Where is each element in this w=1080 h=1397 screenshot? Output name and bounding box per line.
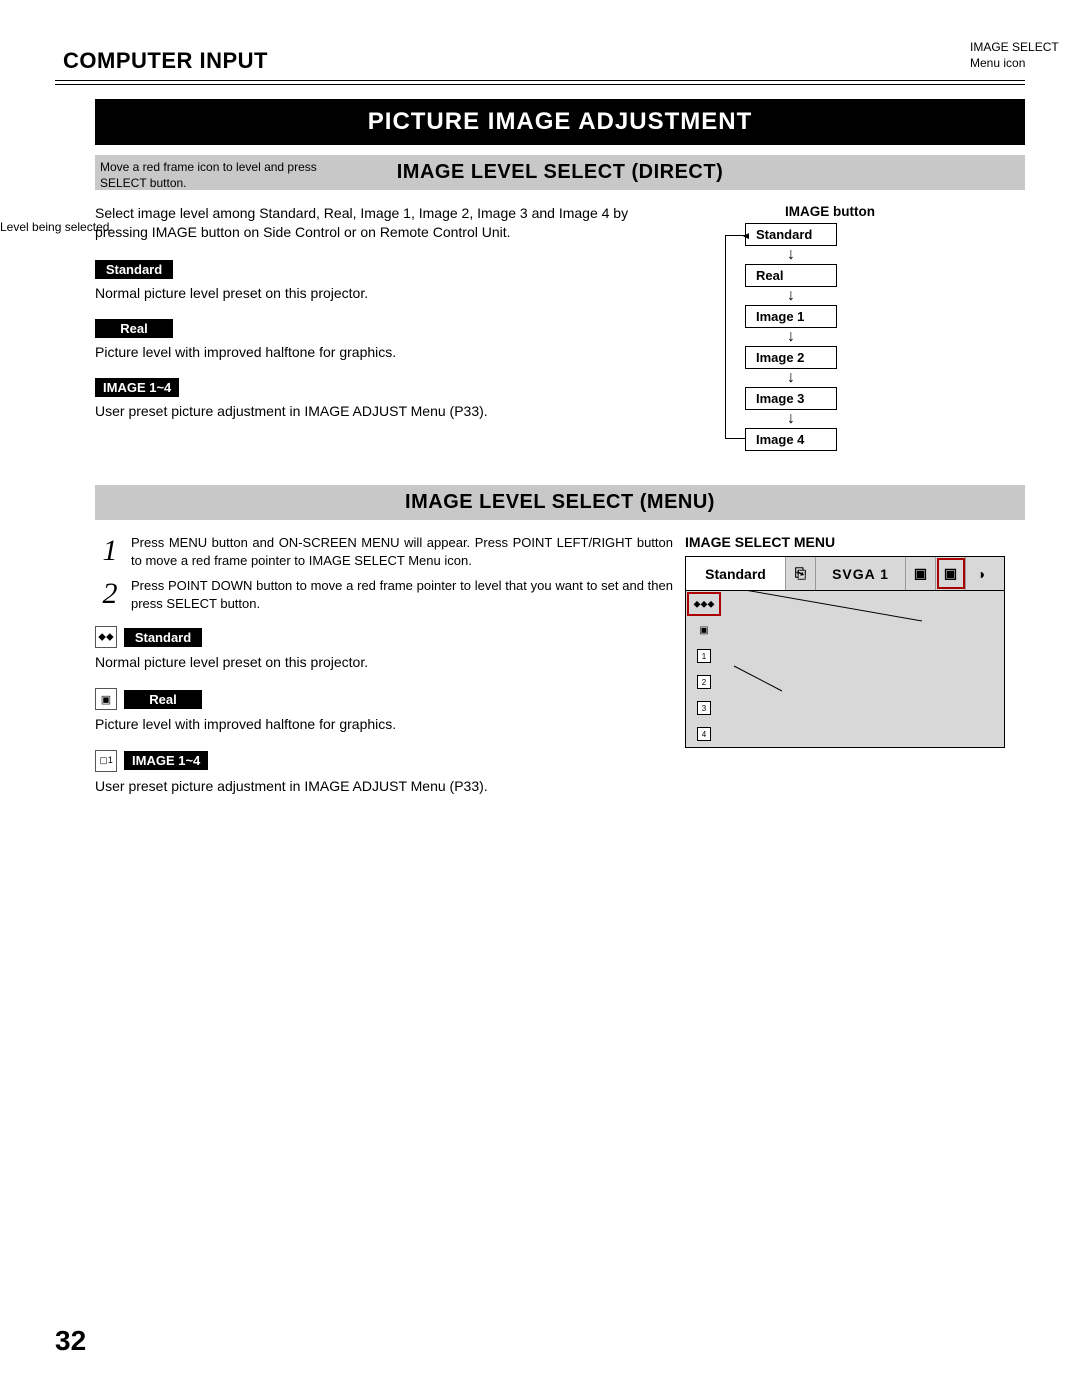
step-number: 1 xyxy=(95,536,125,566)
osd-menu: Standard ⎘ SVGA 1 ▣ ▣ ◑ ⬥⬥⬥ ▣ 1 2 3 4 xyxy=(685,556,1005,748)
callout-level: Level being selected. xyxy=(0,220,113,236)
direct-intro: Select image level among Standard, Real,… xyxy=(95,204,673,242)
flow-box: Image 2 xyxy=(745,346,837,369)
section-heading-menu: IMAGE LEVEL SELECT (MENU) xyxy=(95,485,1025,520)
arrow-down-icon: ↓ xyxy=(745,411,837,427)
osd-side-real: ▣ xyxy=(686,617,722,643)
osd-top-name: Standard xyxy=(686,557,786,590)
arrow-down-icon: ↓ xyxy=(745,288,837,304)
chip-standard: Standard xyxy=(95,260,173,279)
image-button-flow: IMAGE button ▸ Standard ↓ Real ↓ Image 1… xyxy=(745,204,1025,451)
flow-box: Image 4 xyxy=(745,428,837,451)
osd-side-image3: 3 xyxy=(686,695,722,721)
standard-icon: ⬥⬥ xyxy=(95,626,117,648)
flow-box: Standard xyxy=(745,223,837,246)
callout-icon-label: IMAGE SELECT Menu icon xyxy=(970,40,1080,71)
chip-image14-menu: IMAGE 1~4 xyxy=(124,751,208,770)
desc-real-menu: Picture level with improved halftone for… xyxy=(95,715,673,734)
chip-standard-menu: Standard xyxy=(124,628,202,647)
flow-box: Image 3 xyxy=(745,387,837,410)
osd-side-image4: 4 xyxy=(686,721,722,747)
step-number: 2 xyxy=(95,579,125,609)
chip-image14: IMAGE 1~4 xyxy=(95,378,179,397)
osd-side-image2: 2 xyxy=(686,669,722,695)
page-number: 32 xyxy=(55,1325,86,1357)
osd-icon: ▣ xyxy=(906,557,936,590)
osd-side-standard: ⬥⬥⬥ xyxy=(686,591,722,617)
step-row: 1 Press MENU button and ON-SCREEN MENU w… xyxy=(95,534,673,569)
image1-icon: ▢1 xyxy=(95,750,117,772)
chapter-heading: COMPUTER INPUT xyxy=(63,48,1025,74)
double-rule xyxy=(55,80,1025,85)
osd-title: IMAGE SELECT MENU xyxy=(685,534,1025,550)
desc-image14: User preset picture adjustment in IMAGE … xyxy=(95,402,673,421)
desc-real: Picture level with improved halftone for… xyxy=(95,343,673,362)
osd-side-image1: 1 xyxy=(686,643,722,669)
real-icon: ▣ xyxy=(95,688,117,710)
step-row: 2 Press POINT DOWN button to move a red … xyxy=(95,577,673,612)
arrow-down-icon: ↓ xyxy=(745,370,837,386)
arrow-down-icon: ↓ xyxy=(745,329,837,345)
osd-resolution: SVGA 1 xyxy=(816,557,906,590)
arrow-down-icon: ↓ xyxy=(745,247,837,263)
osd-icon: ◑ xyxy=(966,557,996,590)
chip-real-menu: Real xyxy=(124,690,202,709)
osd-image-select-icon: ▣ xyxy=(936,557,966,590)
flow-title: IMAGE button xyxy=(785,204,1025,219)
desc-standard-menu: Normal picture level preset on this proj… xyxy=(95,653,673,672)
page-title: PICTURE IMAGE ADJUSTMENT xyxy=(95,99,1025,145)
loop-arrow-icon: ▸ xyxy=(743,230,749,244)
step-text: Press MENU button and ON-SCREEN MENU wil… xyxy=(125,534,673,569)
desc-standard: Normal picture level preset on this proj… xyxy=(95,284,673,303)
callout-lines-icon xyxy=(722,591,1004,747)
desc-image14-menu: User preset picture adjustment in IMAGE … xyxy=(95,777,673,796)
osd-input-icon: ⎘ xyxy=(786,557,816,590)
flow-box: Real xyxy=(745,264,837,287)
flow-box: Image 1 xyxy=(745,305,837,328)
chip-real: Real xyxy=(95,319,173,338)
callout-move: Move a red frame icon to level and press… xyxy=(100,160,320,191)
step-text: Press POINT DOWN button to move a red fr… xyxy=(125,577,673,612)
